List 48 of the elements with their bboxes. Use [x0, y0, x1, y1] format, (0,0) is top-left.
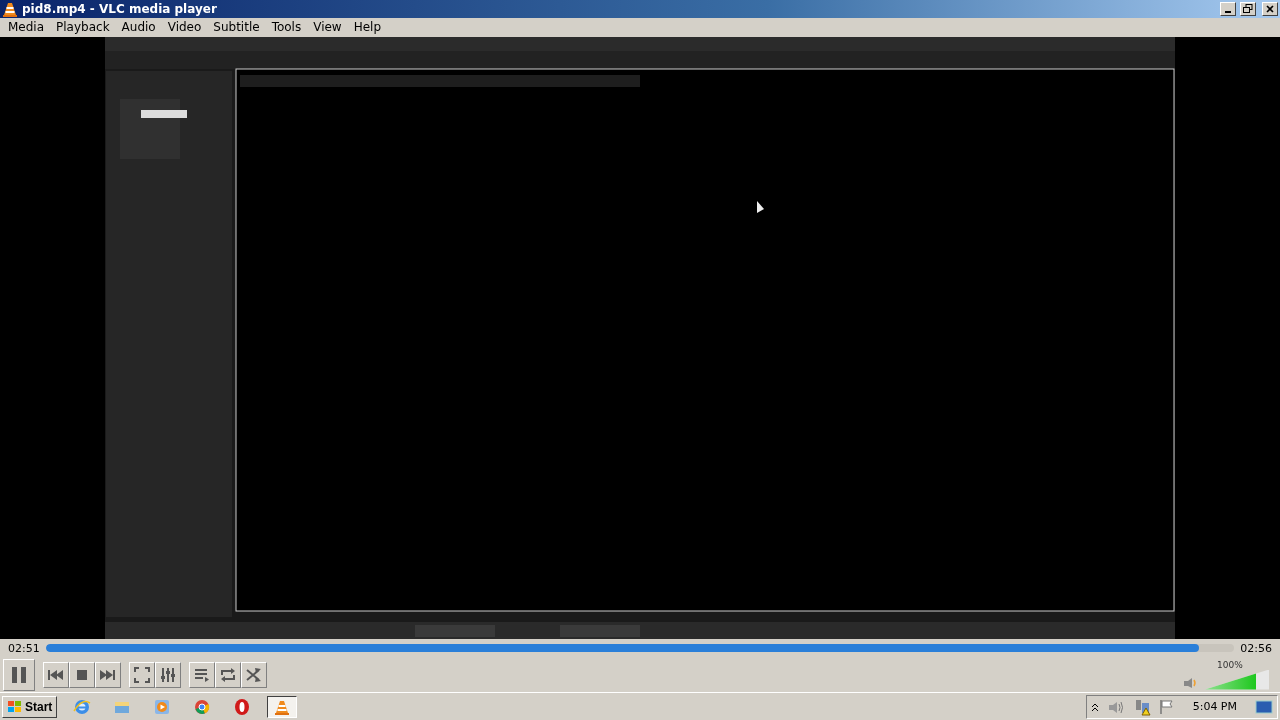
play-icon [153, 697, 172, 716]
menu-item[interactable]: Playback [50, 20, 116, 35]
elapsed-time: 02:51 [8, 641, 40, 655]
loop-button[interactable] [215, 661, 241, 688]
show-desktop-icon[interactable] [1255, 698, 1273, 715]
taskbar-app[interactable] [267, 695, 298, 718]
next-icon [100, 669, 116, 680]
total-time: 02:56 [1240, 641, 1272, 655]
shuffle-icon [246, 667, 262, 682]
shuffle-button[interactable] [241, 661, 267, 688]
restore-icon [1243, 4, 1253, 14]
stop-button[interactable] [69, 661, 95, 688]
previous-icon [48, 669, 64, 680]
menu-item[interactable]: Media [2, 20, 51, 35]
chevron-up-icon[interactable] [1090, 701, 1099, 712]
equalizer-button[interactable] [155, 661, 181, 688]
traffic-cone-icon [274, 698, 291, 715]
start-button[interactable]: Start [2, 695, 58, 718]
next-button[interactable] [95, 661, 121, 688]
playlist-icon [194, 667, 210, 682]
chrome-icon [193, 697, 212, 716]
flag-icon[interactable] [1158, 698, 1175, 715]
menu-item[interactable]: View [307, 20, 348, 35]
window-title: pid8.mp4 - VLC media player [22, 2, 218, 16]
volume-reading: 100% [1216, 659, 1243, 670]
menu-item[interactable]: Subtitle [207, 20, 266, 35]
traffic-cone-icon [2, 1, 18, 17]
menu-item[interactable]: Help [347, 20, 388, 35]
fullscreen-button[interactable] [129, 661, 155, 688]
sliders-icon [160, 666, 176, 683]
pause-button[interactable] [3, 658, 35, 691]
minimize-button[interactable] [1220, 2, 1236, 16]
menu-item[interactable]: Video [161, 20, 208, 35]
playlist-button[interactable] [189, 661, 215, 688]
loop-icon [220, 667, 236, 682]
menu-item[interactable]: Audio [115, 20, 162, 35]
stop-icon [77, 669, 87, 680]
menu-item[interactable]: Tools [265, 20, 308, 35]
fullscreen-icon [134, 666, 150, 683]
windows-flag-icon [7, 699, 23, 714]
opera-icon [233, 697, 252, 716]
browser-e-icon [73, 697, 92, 716]
close-icon [1266, 5, 1274, 13]
close-button[interactable] [1262, 2, 1278, 16]
pause-icon [11, 665, 27, 684]
restore-button[interactable] [1240, 2, 1256, 16]
previous-button[interactable] [43, 661, 69, 688]
clock: 5:04 PM [1192, 700, 1237, 713]
